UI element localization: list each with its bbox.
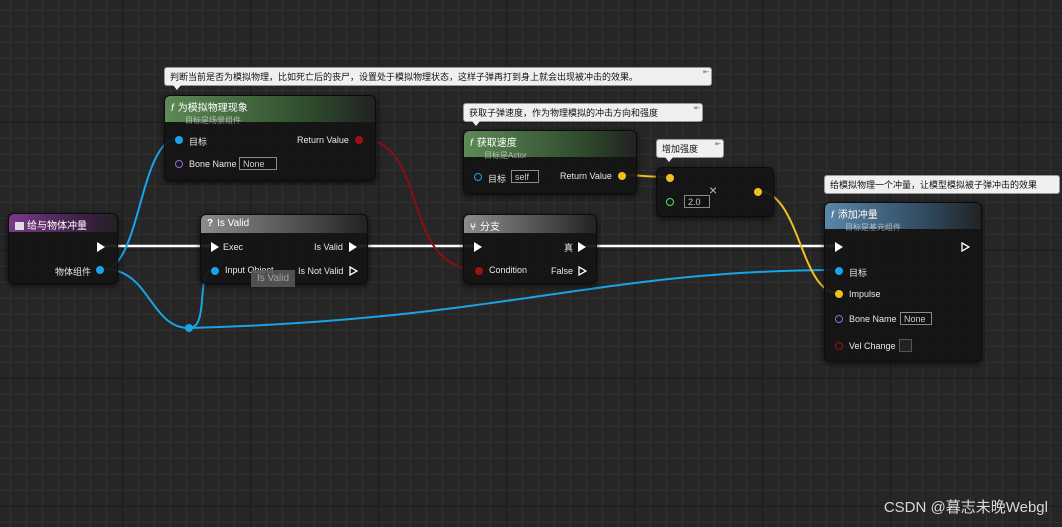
- bone-name-pin[interactable]: [175, 160, 183, 168]
- pin-label-target: 目标: [488, 174, 507, 184]
- exec-out-pin[interactable]: [97, 242, 105, 252]
- question-icon: ?: [207, 218, 214, 229]
- multiply-icon: ×: [709, 182, 718, 198]
- bone-name-input[interactable]: None: [239, 157, 277, 170]
- branch-node-header: ⑂ 分支: [464, 215, 596, 233]
- comment-strength[interactable]: 增加强度 ⇤: [656, 139, 724, 162]
- comment-physics[interactable]: 判断当前是否为模拟物理，比如死亡后的丧尸，设置处于模拟物理状态，这样子弹再打到身…: [164, 67, 712, 90]
- pin-label-vel-change: Vel Change: [849, 341, 896, 351]
- pin-label-impulse: Impulse: [849, 289, 881, 299]
- simulating-physics-node[interactable]: f 为模拟物理现象 目标是场景组件 目标 Return Value Bone Na…: [164, 95, 376, 181]
- add-impulse-subtitle: 目标是基元组件: [845, 223, 901, 232]
- get-velocity-node[interactable]: f 获取速度 目标是Actor 目标 self Return Value: [463, 130, 637, 194]
- exec-out-pin[interactable]: [961, 242, 970, 252]
- pin-label-component: 物体组件: [55, 267, 92, 277]
- multiplier-input[interactable]: 2.0: [684, 195, 710, 208]
- branch-node[interactable]: ⑂ 分支 真 Condition False: [463, 214, 597, 284]
- watermark: CSDN @暮志未晚Webgl: [883, 499, 1048, 516]
- simulating-title: 为模拟物理现象: [177, 103, 248, 114]
- velocity-subtitle: 目标是Actor: [484, 151, 527, 160]
- pin-label-not-valid: Is Not Valid: [298, 266, 344, 276]
- target-in-pin[interactable]: [835, 267, 843, 275]
- comment-collapse-icon[interactable]: ⇤: [694, 104, 700, 112]
- bool-wire: [359, 138, 477, 270]
- return-out-pin[interactable]: [355, 136, 363, 144]
- function-icon: f: [171, 103, 174, 114]
- condition-pin[interactable]: [475, 267, 483, 275]
- true-out-pin[interactable]: [578, 242, 586, 252]
- target-in-pin[interactable]: [474, 173, 482, 181]
- target-in-pin[interactable]: [175, 136, 183, 144]
- function-icon: f: [470, 138, 473, 149]
- false-out-pin[interactable]: [578, 266, 587, 276]
- function-icon: f: [831, 210, 834, 221]
- velocity-node-header: f 获取速度 目标是Actor: [464, 131, 636, 160]
- add-impulse-title: 添加冲量: [837, 210, 878, 221]
- comment-text: 给模拟物理一个冲量，让模型模拟被子弹冲击的效果: [830, 180, 1038, 190]
- vel-change-checkbox[interactable]: [899, 339, 912, 352]
- bone-name-input[interactable]: None: [900, 312, 932, 325]
- hover-tooltip: Is Valid: [251, 270, 296, 287]
- exec-in-pin[interactable]: [474, 242, 482, 252]
- not-valid-out-pin[interactable]: [349, 266, 358, 276]
- pin-label-return: Return Value: [297, 135, 349, 145]
- velocity-title: 获取速度: [476, 138, 517, 149]
- return-out-pin[interactable]: [618, 172, 626, 180]
- vector-out-pin[interactable]: [754, 188, 762, 196]
- exec-in-pin[interactable]: [211, 242, 219, 252]
- pin-label-bone: Bone Name: [849, 314, 897, 324]
- event-node[interactable]: 给与物体冲量 物体组件: [8, 213, 118, 284]
- simulating-subtitle: 目标是场景组件: [185, 116, 241, 125]
- vector-in-pin[interactable]: [666, 174, 674, 182]
- pin-label-return: Return Value: [560, 171, 612, 181]
- float-in-pin[interactable]: [666, 198, 674, 206]
- event-icon: [15, 222, 24, 230]
- pin-label-bone: Bone Name: [189, 159, 237, 169]
- vel-change-pin[interactable]: [835, 342, 843, 350]
- comment-collapse-icon[interactable]: ⇤: [703, 68, 709, 76]
- event-node-header: 给与物体冲量: [9, 214, 117, 232]
- comment-text: 增加强度: [662, 144, 699, 154]
- branch-title: 分支: [480, 222, 500, 233]
- comment-velocity[interactable]: 获取子弹速度，作为物理模拟的冲击方向和强度 ⇤: [463, 103, 703, 126]
- pin-label-condition: Condition: [489, 265, 528, 275]
- bone-name-pin[interactable]: [835, 315, 843, 323]
- event-title: 给与物体冲量: [27, 221, 87, 232]
- target-self-input[interactable]: self: [511, 170, 539, 183]
- add-impulse-node-header: f 添加冲量 目标是基元组件: [825, 203, 981, 232]
- input-object-pin[interactable]: [211, 267, 219, 275]
- comment-collapse-icon[interactable]: ⇤: [715, 140, 721, 148]
- pin-label-is-valid: Is Valid: [314, 242, 343, 252]
- comment-text: 判断当前是否为模拟物理，比如死亡后的丧尸，设置处于模拟物理状态，这样子弹再打到身…: [170, 72, 639, 82]
- comment-text: 获取子弹速度，作为物理模拟的冲击方向和强度: [469, 108, 659, 118]
- comment-impulse[interactable]: 给模拟物理一个冲量，让模型模拟被子弹冲击的效果: [824, 175, 1060, 194]
- exec-in-pin[interactable]: [835, 242, 843, 252]
- simulating-node-header: f 为模拟物理现象 目标是场景组件: [165, 96, 375, 125]
- component-out-pin[interactable]: [96, 266, 104, 274]
- pin-label-true: 真: [564, 243, 574, 253]
- pin-label-false: False: [551, 266, 574, 276]
- is-valid-node-header: ? Is Valid: [201, 215, 367, 233]
- multiply-node[interactable]: 2.0 ×: [656, 167, 774, 217]
- pin-label-target: 目标: [849, 268, 868, 278]
- pin-label-exec: Exec: [223, 242, 244, 252]
- is-valid-title: Is Valid: [217, 218, 250, 229]
- impulse-in-pin[interactable]: [835, 290, 843, 298]
- branch-icon: ⑂: [470, 222, 476, 233]
- add-impulse-node[interactable]: f 添加冲量 目标是基元组件 目标 Impulse Bone Name None …: [824, 202, 982, 362]
- pin-label-target: 目标: [189, 137, 208, 147]
- is-valid-out-pin[interactable]: [349, 242, 357, 252]
- reroute-node: [185, 324, 193, 332]
